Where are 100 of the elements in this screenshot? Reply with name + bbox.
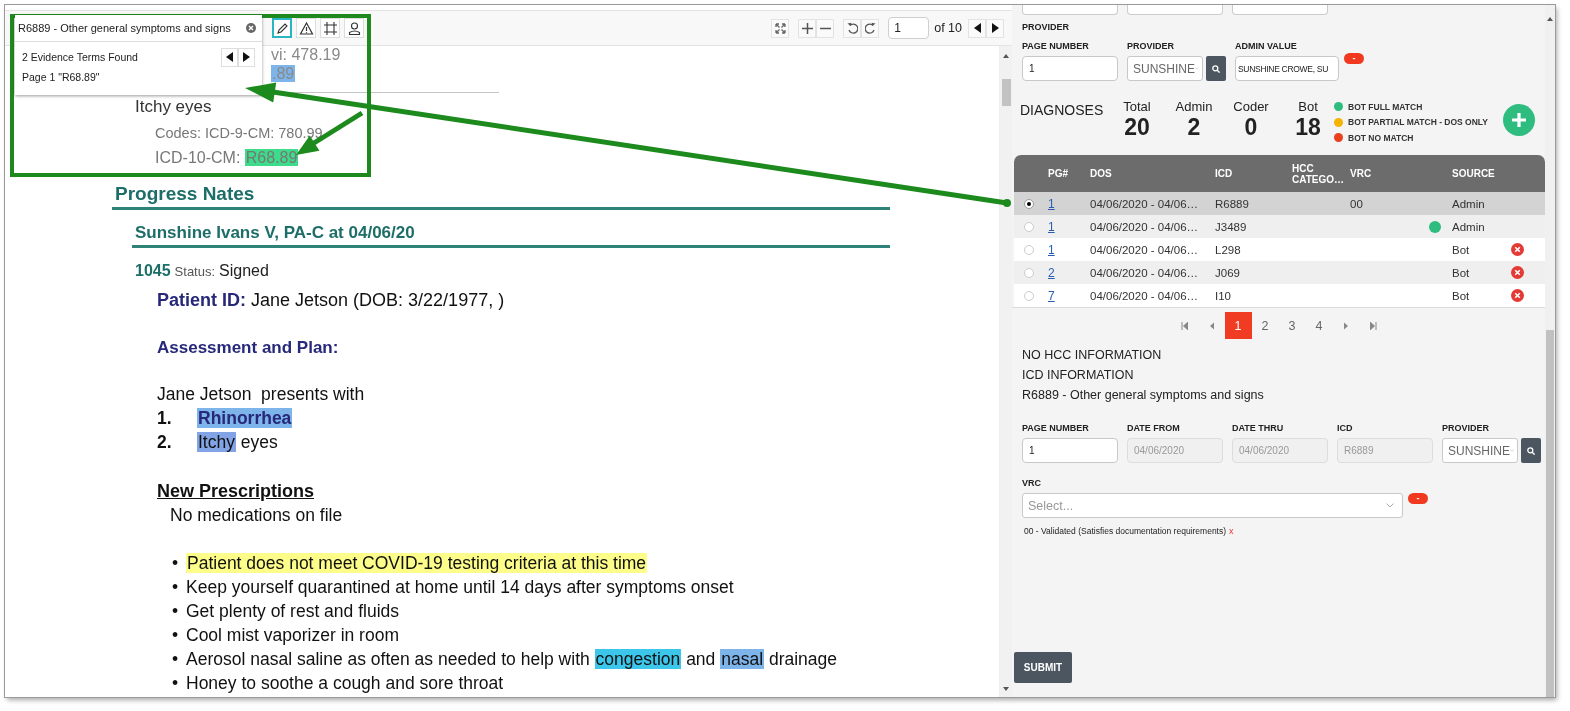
- column-header: DOS: [1089, 168, 1113, 179]
- list-number: 2.: [157, 431, 173, 454]
- page-count: of 10: [934, 21, 962, 35]
- result-count: 2 Evidence Terms Found: [22, 51, 138, 63]
- document-text: Itchy eyes: [135, 97, 212, 116]
- field-label: DATE THRU: [1232, 423, 1284, 434]
- table-row[interactable]: 1 04/06/2020 - 04/06… R6889 00 Admin: [1014, 192, 1545, 215]
- zoom-in-button[interactable]: [798, 18, 817, 38]
- clear-button[interactable]: x: [1229, 526, 1234, 536]
- list-item-text: Rhinorrhea: [197, 407, 293, 430]
- bullet: •: [172, 576, 180, 599]
- search-button[interactable]: [1521, 438, 1541, 463]
- table-cell-text: 00: [1349, 197, 1364, 210]
- table-cell-text: I10: [1214, 289, 1232, 302]
- note-id: 1045: [135, 261, 171, 281]
- table-cell-text: 04/06/2020 - 04/06…: [1089, 266, 1200, 279]
- table-row[interactable]: 7 04/06/2020 - 04/06… I10 Bot: [1014, 284, 1545, 307]
- input-field[interactable]: 1: [1022, 56, 1118, 81]
- table-cell-text: L298: [1214, 243, 1242, 256]
- right-triangle-icon: [241, 51, 252, 63]
- field-label: PROVIDER: [1127, 41, 1174, 52]
- rotate-right-button[interactable]: [861, 18, 880, 38]
- bullet: •: [172, 600, 180, 623]
- document-text: No medications on file: [170, 505, 343, 525]
- list-item-text: Cool mist vaporizer in room: [186, 624, 399, 647]
- page-button[interactable]: 1: [1224, 312, 1252, 339]
- list-item-text: Itchy eyes: [197, 431, 278, 454]
- scroll-up-icon: [1547, 17, 1553, 21]
- next-page-button[interactable]: [986, 18, 1004, 38]
- selected-option: 00 - Validated (Satisfies documentation requirements): [1024, 526, 1227, 536]
- remove-icon[interactable]: [1511, 266, 1524, 279]
- chevron-icon: [1386, 503, 1394, 508]
- search-field[interactable]: R6889 - Other general symptoms and signs: [15, 15, 262, 42]
- page-link[interactable]: 7: [1048, 288, 1055, 303]
- table-cell-text: Bot: [1451, 243, 1471, 256]
- plus-icon: [801, 22, 813, 34]
- next-result-button[interactable]: [238, 47, 255, 67]
- select-field[interactable]: SUNSHINE: [1442, 438, 1518, 463]
- previous-result-button[interactable]: [221, 47, 238, 67]
- search-button[interactable]: [1206, 56, 1226, 81]
- stat-label: Coder: [1233, 99, 1269, 114]
- table-cell-text: J069: [1214, 266, 1241, 279]
- rotate-left-icon: [846, 22, 858, 34]
- select-field[interactable]: SUNSHINE: [1127, 56, 1203, 81]
- input-field[interactable]: SUNSHINE CROWE, SU: [1235, 56, 1339, 81]
- page-button[interactable]: 2: [1251, 312, 1279, 339]
- stat-value: 0: [1244, 114, 1258, 140]
- patient-line: Patient ID: Jane Jetson (DOB: 3/22/1977, ): [157, 290, 505, 310]
- input-field[interactable]: [1022, 5, 1118, 15]
- legend-label: BOT NO MATCH: [1348, 132, 1414, 143]
- person-icon: [346, 20, 362, 36]
- page-link[interactable]: 1: [1048, 219, 1055, 234]
- legend-label: BOT PARTIAL MATCH - DOS ONLY: [1348, 117, 1488, 128]
- table-row[interactable]: 1 04/06/2020 - 04/06… J3489 Admin: [1014, 215, 1545, 238]
- input-field[interactable]: 1: [1022, 438, 1118, 463]
- page-link[interactable]: 1: [1048, 242, 1055, 257]
- submit-button[interactable]: SUBMIT: [1014, 652, 1072, 683]
- result-text: Page 1 "R68.89": [22, 71, 100, 83]
- left-triangle-icon: [224, 51, 235, 63]
- input-field[interactable]: [1232, 5, 1328, 15]
- remove-button[interactable]: -: [1408, 493, 1428, 504]
- select-field[interactable]: Select...: [1022, 493, 1403, 518]
- clear-icon[interactable]: [246, 23, 256, 33]
- page-link[interactable]: 2: [1048, 265, 1055, 280]
- fit-button[interactable]: [771, 18, 790, 38]
- bullet: •: [172, 552, 180, 575]
- radio-button[interactable]: [1024, 244, 1034, 255]
- info-text: R6889 - Other general symptoms and signs: [1022, 387, 1264, 404]
- table-row[interactable]: 1 04/06/2020 - 04/06… L298 Bot: [1014, 238, 1545, 261]
- column-header: SOURCE: [1451, 168, 1496, 179]
- page-input[interactable]: 1: [888, 17, 930, 39]
- table-cell-text: Admin: [1451, 197, 1486, 210]
- rotate-left-button[interactable]: [843, 18, 862, 38]
- previous-page-button[interactable]: [968, 18, 986, 38]
- page-link[interactable]: 1: [1048, 196, 1055, 211]
- table-cell-text: Bot: [1451, 266, 1471, 279]
- stat-label: Bot: [1298, 99, 1318, 114]
- page-button[interactable]: 3: [1278, 312, 1306, 339]
- radio-button[interactable]: [1024, 267, 1034, 278]
- plus-icon: [1511, 112, 1527, 128]
- tool-button[interactable]: [272, 18, 292, 38]
- page-button[interactable]: 4: [1305, 312, 1333, 339]
- radio-button[interactable]: [1024, 198, 1034, 209]
- radio-button[interactable]: [1024, 221, 1034, 232]
- document-text: vi: 478.19: [271, 46, 341, 63]
- remove-button[interactable]: -: [1344, 53, 1364, 64]
- remove-icon[interactable]: [1511, 289, 1524, 302]
- note-heading: Sunshine Ivans V, PA-C at 04/06/20: [135, 223, 415, 242]
- field-label: PAGE NUMBER: [1022, 423, 1089, 434]
- field-label: ICD: [1337, 423, 1353, 434]
- list-item-text: Keep yourself quarantined at home until 14 days after symptoms onset: [186, 576, 734, 599]
- bullet: •: [172, 672, 180, 695]
- input-field[interactable]: [1127, 5, 1223, 15]
- stat-value: 2: [1187, 114, 1201, 140]
- table-row[interactable]: 2 04/06/2020 - 04/06… J069 Bot: [1014, 261, 1545, 284]
- radio-button[interactable]: [1024, 290, 1034, 301]
- zoom-out-button[interactable]: [816, 18, 835, 38]
- remove-icon[interactable]: [1511, 243, 1524, 256]
- section-heading: Assessment and Plan:: [157, 338, 339, 357]
- field-label: PAGE NUMBER: [1022, 41, 1089, 52]
